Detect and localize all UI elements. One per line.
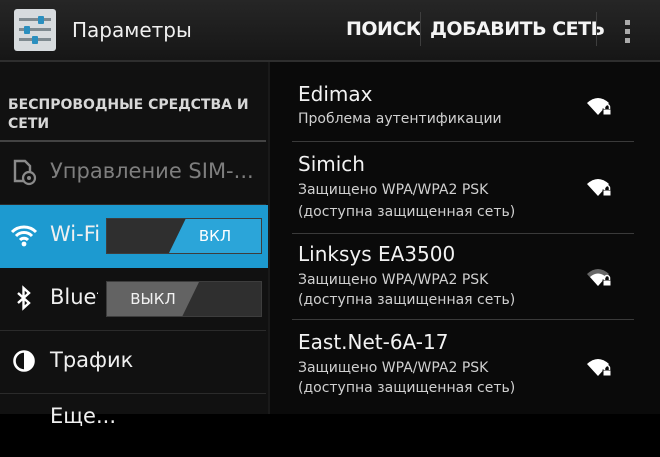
sidebar-item-label: Wi-Fi (50, 222, 101, 246)
network-item-linksys[interactable]: Linksys EA3500 Защищено WPA/WPA2 PSK (до… (270, 234, 648, 320)
network-item-edimax[interactable]: Edimax Проблема аутентификации (270, 62, 648, 140)
sidebar-item-sim[interactable]: Управление SIM-... (0, 142, 268, 205)
network-item-eastnet[interactable]: East.Net-6A-17 Защищено WPA/WPA2 PSK (до… (270, 320, 648, 414)
sidebar-item-traffic[interactable]: Трафик (0, 331, 268, 394)
search-button[interactable]: ПОИСК (346, 18, 421, 40)
network-status: (доступна защищенная сеть) (298, 380, 516, 396)
sidebar-item-label: Еще... (50, 404, 116, 428)
network-item-simich[interactable]: Simich Защищено WPA/WPA2 PSK (доступна з… (270, 142, 648, 232)
overflow-menu-icon[interactable] (616, 14, 640, 48)
sidebar-item-bluetooth[interactable]: Bluetooth ВЫКЛ (0, 268, 268, 331)
network-status: Защищено WPA/WPA2 PSK (298, 360, 489, 376)
network-status: Защищено WPA/WPA2 PSK (298, 272, 489, 288)
section-header: БЕСПРОВОДНЫЕ СРЕДСТВА И СЕТИ (8, 97, 249, 132)
network-name: Edimax (298, 82, 373, 106)
toggle-label: ВКЛ (169, 219, 261, 253)
network-status: (доступна защищенная сеть) (298, 292, 516, 308)
settings-sidebar: БЕСПРОВОДНЫЕ СРЕДСТВА И СЕТИ Управление … (0, 62, 268, 428)
network-name: Simich (298, 152, 365, 176)
toggle-label: ВЫКЛ (107, 282, 199, 316)
network-name: East.Net-6A-17 (298, 330, 449, 354)
action-divider (596, 12, 597, 46)
wifi-lock-icon (586, 266, 614, 288)
wifi-lock-icon (586, 95, 614, 117)
network-status: Защищено WPA/WPA2 PSK (298, 182, 489, 198)
network-name: Linksys EA3500 (298, 242, 456, 266)
page-title: Параметры (72, 18, 192, 42)
sidebar-item-label: Управление SIM-... (50, 159, 254, 183)
sidebar-item-label: Трафик (50, 348, 134, 372)
action-divider (420, 12, 421, 46)
add-network-button[interactable]: ДОБАВИТЬ СЕТЬ (430, 18, 605, 40)
wifi-lock-icon (586, 176, 614, 198)
wifi-icon (10, 221, 38, 249)
wifi-toggle[interactable]: ВКЛ (106, 218, 262, 254)
sidebar-item-label: Bluetooth (50, 285, 98, 309)
data-usage-icon (10, 347, 38, 375)
settings-sliders-icon[interactable] (14, 9, 56, 51)
sidebar-item-more[interactable]: Еще... (0, 394, 268, 457)
wifi-network-list: Edimax Проблема аутентификации Simich За… (268, 62, 660, 414)
network-status: Проблема аутентификации (298, 111, 502, 127)
bluetooth-toggle[interactable]: ВЫКЛ (106, 281, 262, 317)
network-status: (доступна защищенная сеть) (298, 204, 516, 220)
bluetooth-icon (10, 284, 38, 312)
sim-settings-icon (10, 158, 38, 186)
action-bar: Параметры ПОИСК ДОБАВИТЬ СЕТЬ (0, 0, 660, 62)
wifi-lock-icon (586, 356, 614, 378)
sidebar-item-wifi[interactable]: Wi-Fi ВКЛ (0, 205, 268, 268)
